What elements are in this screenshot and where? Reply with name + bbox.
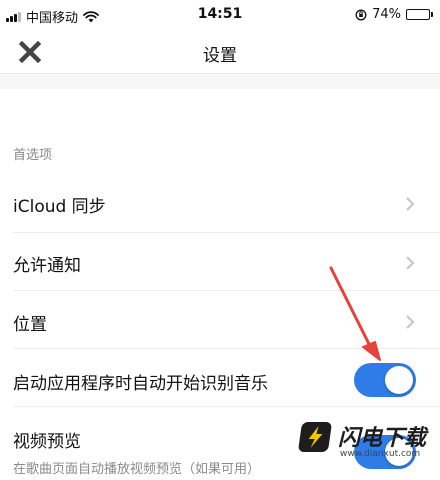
toggle-knob (385, 366, 413, 394)
nav-bar: 设置 (0, 30, 440, 74)
status-bar: 中国移动 14:51 74% (0, 0, 440, 30)
page-title: 设置 (203, 46, 237, 66)
chevron-right-icon (406, 256, 415, 270)
row-location[interactable]: 位置 (0, 291, 440, 349)
battery-icon (406, 9, 433, 20)
status-right: 74% (355, 7, 433, 22)
row-icloud-sync[interactable]: iCloud 同步 (0, 175, 440, 233)
row-auto-recognize: 启动应用程序时自动开始识别音乐 (0, 349, 440, 407)
chevron-right-icon (406, 315, 415, 329)
watermark-url: www.dianxut.com (340, 449, 421, 459)
section-header: 首选项 (13, 148, 53, 163)
row-label-auto-recognize: 启动应用程序时自动开始识别音乐 (13, 374, 268, 394)
row-label-location: 位置 (13, 315, 47, 335)
watermark: 闪电下载 www.dianxut.com (297, 420, 432, 464)
battery-percent: 74% (372, 7, 401, 22)
row-label-icloud-sync: iCloud 同步 (13, 197, 106, 217)
chevron-right-icon (406, 197, 415, 211)
auto-recognize-toggle[interactable] (354, 363, 416, 397)
row-sub-video-preview: 在歌曲页面自动播放视频预览（如果可用） (13, 462, 261, 477)
row-label-allow-notifications: 允许通知 (13, 256, 81, 276)
header-shadow-band (0, 75, 440, 89)
orientation-lock-icon (355, 9, 367, 20)
watermark-name: 闪电下载 (338, 426, 427, 451)
lightning-logo-icon (297, 422, 333, 452)
row-label-video-preview: 视频预览 (13, 432, 81, 452)
row-allow-notifications[interactable]: 允许通知 (0, 233, 440, 291)
